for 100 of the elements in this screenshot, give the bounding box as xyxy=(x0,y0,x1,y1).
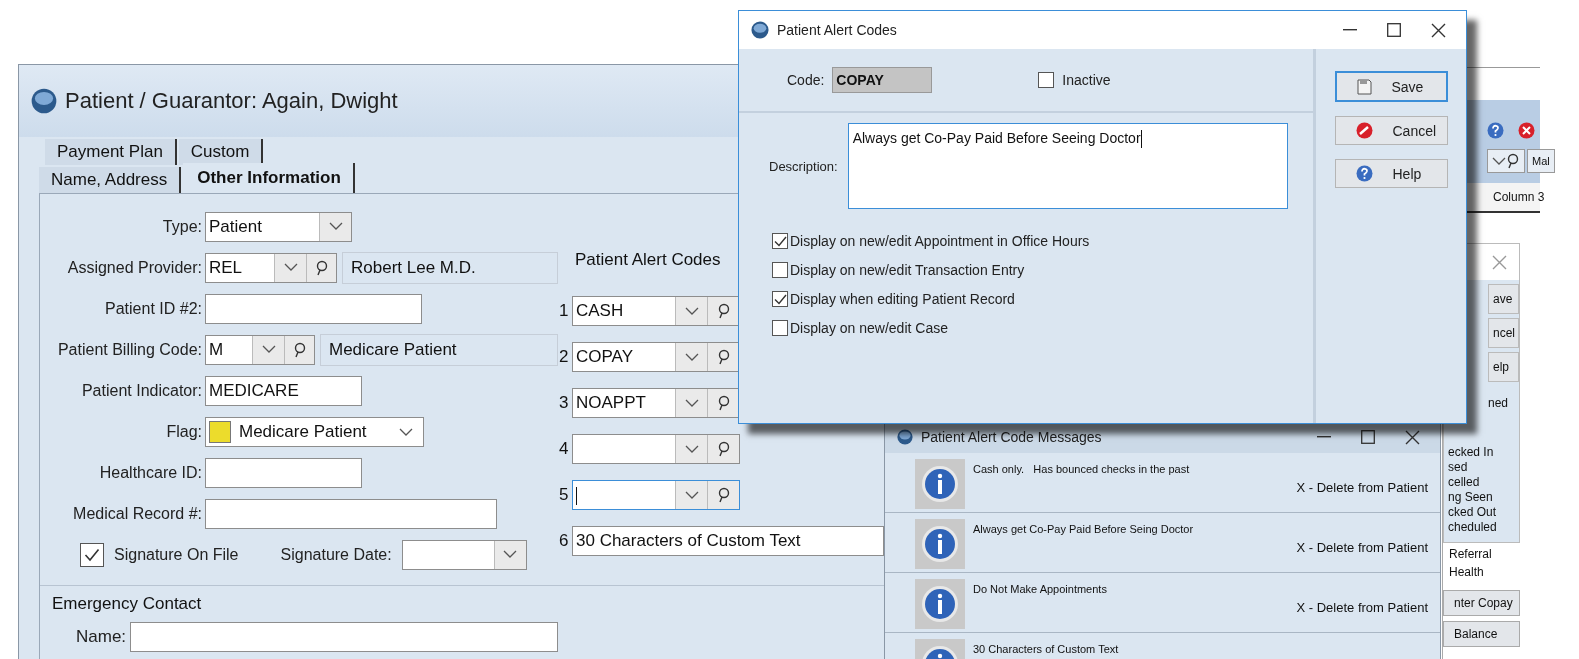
window-title: Patient Alert Code Messages xyxy=(921,429,1102,445)
chevron-down-icon xyxy=(684,306,699,316)
check-icon xyxy=(84,547,100,562)
tab[interactable]: Payment Plan xyxy=(45,139,177,165)
custom-text-field[interactable]: 30 Characters of Custom Text xyxy=(572,526,884,556)
row-number: 2 xyxy=(559,347,570,367)
message-text: 30 Characters of Custom Text xyxy=(973,642,1120,657)
section-title: Patient Alert Codes xyxy=(575,250,721,271)
minimize-icon[interactable] xyxy=(1343,29,1357,31)
description-box: Medicare Patient xyxy=(320,333,558,366)
magnifier-icon xyxy=(292,341,307,358)
tab[interactable]: Custom xyxy=(178,139,264,165)
chevron-down-icon xyxy=(684,490,699,500)
checkbox-label: Signature On File xyxy=(114,545,239,564)
help-icon[interactable] xyxy=(1487,122,1504,139)
close-icon[interactable] xyxy=(1405,429,1420,445)
magnifier-icon xyxy=(716,303,731,319)
alert-code-field[interactable]: COPAY xyxy=(572,342,740,372)
alert-code-field[interactable]: NOAPPT xyxy=(572,388,740,418)
dialog-button[interactable]: ncel xyxy=(1488,318,1519,348)
alert-code-field[interactable]: CASH xyxy=(572,296,740,326)
field-label: Flag: xyxy=(165,422,202,441)
flag-dropdown[interactable]: Medicare Patient xyxy=(205,416,424,447)
check-icon xyxy=(773,293,787,305)
alert-code-field[interactable] xyxy=(572,434,740,464)
delete-link[interactable]: X - Delete from Patient xyxy=(1296,540,1428,555)
field-label: Name: xyxy=(76,627,127,647)
checkbox[interactable] xyxy=(772,262,788,278)
status-text: cheduled xyxy=(1447,520,1497,535)
lookup-field[interactable] xyxy=(1487,149,1525,173)
message-text: Do Not Make Appointments xyxy=(973,582,1108,597)
checkbox[interactable] xyxy=(772,233,788,249)
check-icon xyxy=(773,235,787,247)
checkbox[interactable] xyxy=(80,542,104,567)
checkbox[interactable] xyxy=(772,291,788,307)
checkbox-label: Inactive xyxy=(1062,72,1111,88)
option-text: Referral xyxy=(1449,547,1492,562)
chevron-down-icon xyxy=(684,398,699,408)
chevron-down-icon xyxy=(503,550,518,559)
description-field[interactable]: Always get Co-Pay Paid Before Seeing Doctor xyxy=(847,123,1288,209)
delete-link[interactable]: X - Delete from Patient xyxy=(1296,480,1428,495)
cancel-button[interactable]: Cancel xyxy=(1334,116,1448,145)
checkbox[interactable] xyxy=(1038,72,1055,88)
status-text: ned xyxy=(1487,396,1509,411)
text-cursor xyxy=(576,486,577,505)
text-field[interactable] xyxy=(205,457,362,488)
magnifier-icon xyxy=(716,395,731,411)
field-label: Description: xyxy=(769,158,838,174)
text-field[interactable]: MEDICARE xyxy=(205,375,362,406)
maximize-icon[interactable] xyxy=(1361,430,1375,444)
app-logo-icon xyxy=(751,21,769,39)
status-text: celled xyxy=(1447,475,1480,490)
status-text: ecked In xyxy=(1447,445,1494,460)
message-text: Cash only. Has bounced checks in the past xyxy=(973,462,1191,477)
text-field[interactable] xyxy=(205,498,497,529)
info-icon xyxy=(921,525,959,563)
checkbox[interactable] xyxy=(772,320,788,336)
magnifier-icon xyxy=(1506,153,1520,169)
checkbox-label: Display on new/edit Appointment in Office Hours xyxy=(790,233,1090,249)
field-label: Assigned Provider: xyxy=(66,258,202,277)
tab[interactable]: Other Information xyxy=(183,163,355,193)
text-field[interactable]: Mal xyxy=(1527,149,1555,173)
code-field: COPAY xyxy=(832,67,933,93)
magnifier-icon xyxy=(716,487,731,503)
alert-code-field[interactable] xyxy=(572,480,740,510)
code-lookup-field[interactable]: M xyxy=(205,334,315,365)
option-text: Health xyxy=(1449,565,1484,580)
row-number: 5 xyxy=(559,485,570,505)
field-label: Patient Billing Code: xyxy=(56,340,202,359)
chevron-down-icon xyxy=(399,427,413,437)
text-cursor xyxy=(1140,130,1142,149)
dialog-button[interactable]: ave xyxy=(1488,284,1519,314)
magnifier-icon xyxy=(716,441,731,457)
info-icon xyxy=(921,585,959,623)
code-lookup-field[interactable]: REL xyxy=(205,252,337,283)
app-logo-icon xyxy=(897,429,913,445)
field-label: Healthcare ID: xyxy=(98,463,202,482)
chevron-down-icon xyxy=(328,222,343,231)
close-icon[interactable] xyxy=(1431,22,1446,38)
save-button[interactable]: Save xyxy=(1334,71,1448,102)
action-button[interactable]: nter Copay xyxy=(1443,590,1520,616)
help-button[interactable]: Help xyxy=(1334,159,1448,188)
dialog-button[interactable]: elp xyxy=(1488,352,1519,382)
window-title: Patient / Guarantor: Again, Dwight xyxy=(65,88,398,114)
help-icon xyxy=(1355,165,1373,182)
checkbox-label: Display when editing Patient Record xyxy=(790,291,1015,307)
row-number: 3 xyxy=(559,393,570,413)
row-number: 4 xyxy=(559,439,570,459)
type-dropdown[interactable]: Patient xyxy=(205,211,352,242)
action-button[interactable]: Balance xyxy=(1443,621,1520,647)
name-field[interactable] xyxy=(130,622,559,652)
chevron-down-icon xyxy=(261,345,276,354)
message-text: Always get Co-Pay Paid Before Seing Doctor xyxy=(973,522,1195,537)
date-dropdown[interactable] xyxy=(401,539,527,570)
minimize-icon[interactable] xyxy=(1317,436,1331,438)
dialog-title: Patient Alert Codes xyxy=(777,22,897,38)
tab[interactable]: Name, Address xyxy=(39,167,182,193)
delete-link[interactable]: X - Delete from Patient xyxy=(1296,600,1428,615)
text-field[interactable] xyxy=(205,293,422,324)
maximize-icon[interactable] xyxy=(1387,23,1401,37)
